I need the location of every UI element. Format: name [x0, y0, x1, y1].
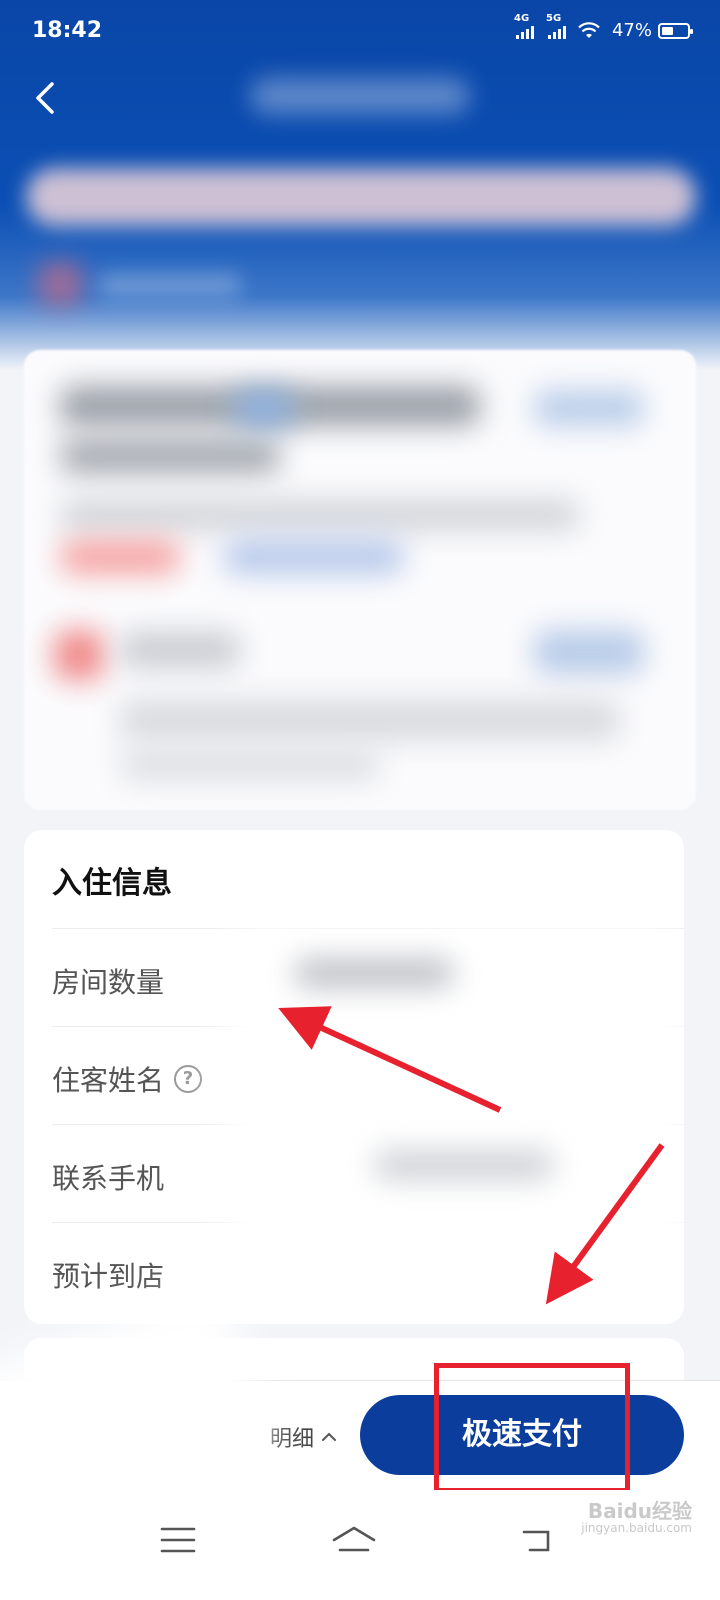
status-bar: 18:42 4G 5G 47% [0, 0, 720, 66]
redaction-smear [224, 925, 684, 1324]
notice-banner-blurred [26, 168, 696, 226]
chevron-left-icon [36, 82, 54, 114]
guest-info-title: 入住信息 [52, 866, 172, 901]
badge-blurred [38, 262, 82, 306]
subtitle-blurred [100, 274, 240, 296]
guest-name-label-wrap: 住客姓名 ? [52, 1059, 203, 1099]
nav-back-button[interactable] [508, 1510, 568, 1570]
network-label-1: 4G [513, 12, 530, 24]
annotation-highlight-box [434, 1363, 630, 1493]
guest-info-card: 入住信息 房间数量 住客姓名 ? 联系手机 预计到店 [24, 830, 684, 1324]
home-icon [332, 1526, 376, 1552]
room-count-value-blurred [294, 958, 454, 988]
detail-label: 明细 [270, 1427, 315, 1452]
signal-5g-icon: 5G [546, 13, 566, 39]
header: 18:42 4G 5G 47% [0, 0, 720, 370]
page-title-blurred [250, 78, 470, 114]
back-button[interactable] [26, 76, 70, 120]
hotel-card-blurred [24, 350, 696, 810]
battery-indicator: 47% [611, 20, 693, 41]
watermark: Baidu经验 jingyan.baidu.com [581, 1500, 692, 1535]
network-label-2: 5G [545, 12, 562, 24]
battery-icon [658, 22, 693, 39]
nav-menu-button[interactable] [148, 1510, 208, 1570]
battery-percent: 47% [611, 20, 652, 41]
back-icon [522, 1530, 550, 1552]
nav-home-button[interactable] [324, 1510, 384, 1570]
detail-toggle[interactable]: 明细 [270, 1421, 338, 1453]
question-circle-icon[interactable]: ? [174, 1065, 203, 1093]
chevron-up-icon [322, 1432, 337, 1441]
status-icons: 4G 5G 47% [514, 13, 693, 41]
status-time: 18:42 [32, 18, 103, 43]
arrival-time-label: 预计到店 [52, 1260, 165, 1293]
watermark-sub: jingyan.baidu.com [581, 1521, 692, 1535]
phone-value-blurred [374, 1150, 554, 1180]
battery-fill [662, 26, 674, 35]
room-count-label: 房间数量 [52, 966, 165, 999]
guest-name-label: 住客姓名 [52, 1064, 165, 1097]
signal-4g-icon: 4G [514, 13, 534, 39]
menu-icon [160, 1527, 196, 1553]
watermark-text: Baidu经验 [587, 1499, 692, 1523]
wifi-icon [578, 21, 600, 40]
contact-phone-label: 联系手机 [52, 1162, 165, 1195]
